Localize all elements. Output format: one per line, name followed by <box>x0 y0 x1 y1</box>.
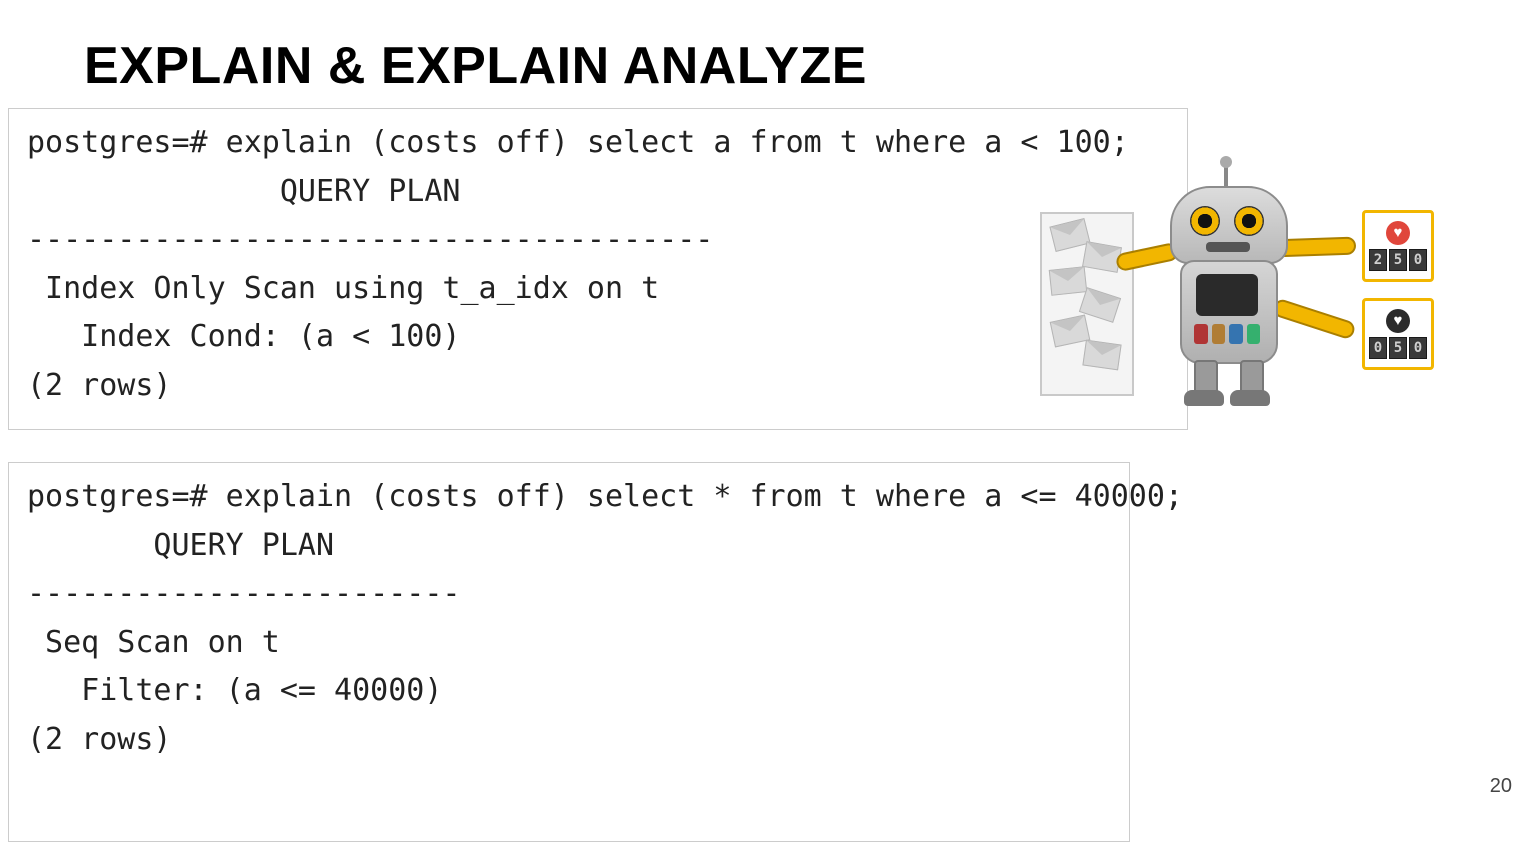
mail-stack-icon <box>1040 212 1134 396</box>
heart-icon <box>1386 221 1410 245</box>
slide: EXPLAIN & EXPLAIN ANALYZE postgres=# exp… <box>0 0 1536 864</box>
code-panel-top: postgres=# explain (costs off) select a … <box>8 108 1188 430</box>
code-panel-bottom: postgres=# explain (costs off) select * … <box>8 462 1130 842</box>
terminal-output-top: postgres=# explain (costs off) select a … <box>27 119 1169 411</box>
score-bottom-digits: 050 <box>1369 337 1427 359</box>
robot-illustration: 250 050 <box>1040 182 1440 422</box>
terminal-output-bottom: postgres=# explain (costs off) select * … <box>27 473 1111 765</box>
page-number: 20 <box>1490 775 1512 798</box>
heart-icon <box>1386 309 1410 333</box>
score-box-top: 250 <box>1362 210 1434 282</box>
robot-body-icon <box>1162 182 1292 408</box>
score-box-bottom: 050 <box>1362 298 1434 370</box>
score-top-digits: 250 <box>1369 249 1427 271</box>
slide-title: EXPLAIN & EXPLAIN ANALYZE <box>84 36 867 96</box>
